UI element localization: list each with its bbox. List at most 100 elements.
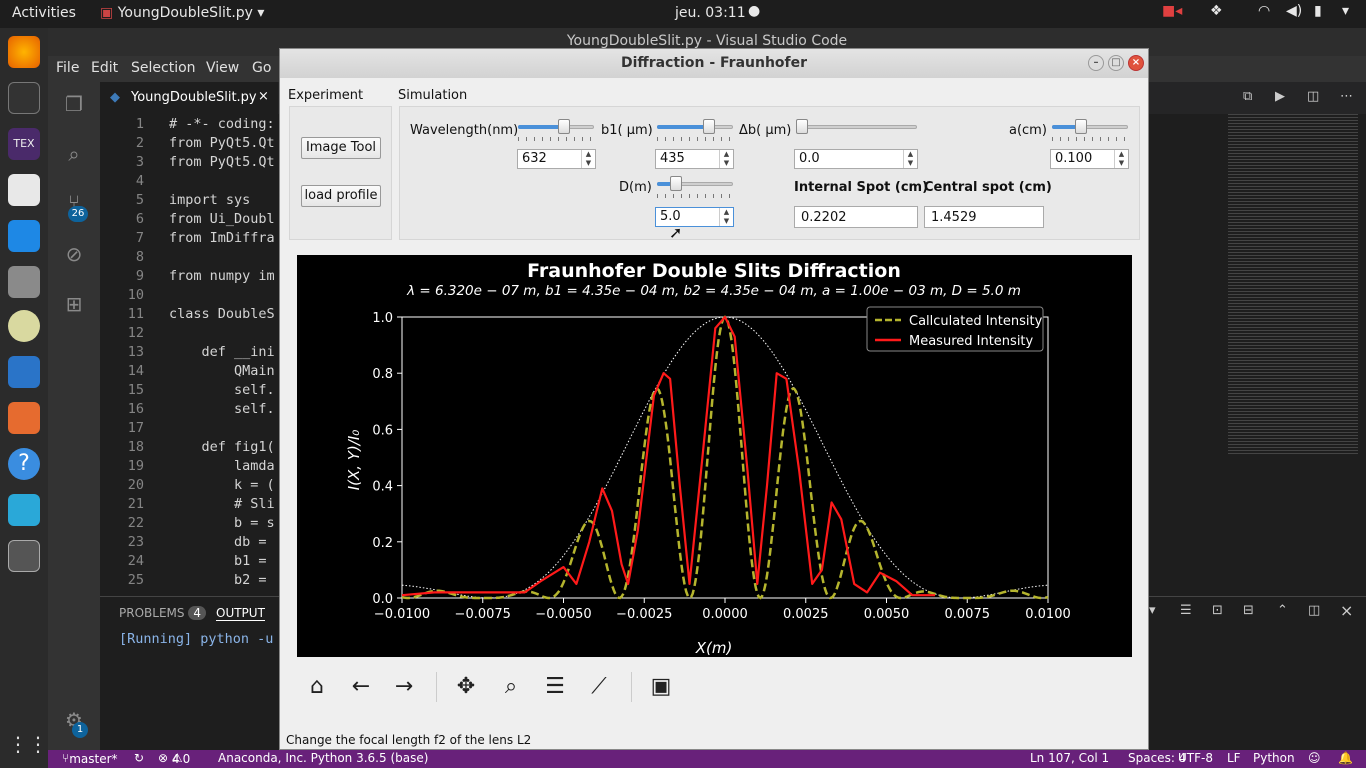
window-title-bar[interactable]: Diffraction - Fraunhofer – □ × xyxy=(280,49,1148,78)
tab-problems[interactable]: PROBLEMS 4 xyxy=(119,606,206,620)
code-line[interactable]: 7 from ImDiffra xyxy=(100,230,280,249)
load-profile-button[interactable]: load profile xyxy=(301,185,381,207)
problems-status[interactable]: ⊗ 4 ⚠ 0 xyxy=(158,751,190,766)
open-changes-icon[interactable]: ⧉ xyxy=(1243,89,1252,104)
menu-edit[interactable]: Edit xyxy=(91,60,118,76)
tab-youngdoubleslit[interactable]: ◆ YoungDoubleSlit.py × xyxy=(100,82,278,114)
delta-b-spinbox[interactable]: 0.0 ▲ ▼ xyxy=(794,149,918,169)
forward-arrow-icon[interactable]: → xyxy=(391,674,417,700)
wifi-icon[interactable]: ◠ xyxy=(1258,3,1270,19)
code-line[interactable]: 4 xyxy=(100,173,280,192)
code-line[interactable]: 8 xyxy=(100,249,280,268)
texmaker-icon[interactable]: TEX xyxy=(8,128,40,160)
search-icon[interactable]: ⌕ xyxy=(62,142,86,166)
encoding-status[interactable]: UTF-8 xyxy=(1178,751,1213,765)
a-slider[interactable] xyxy=(1052,119,1128,141)
zoom-icon[interactable]: ⌕ xyxy=(498,674,524,700)
code-line[interactable]: 12 xyxy=(100,325,280,344)
vscode-icon[interactable] xyxy=(8,220,40,252)
save-icon[interactable]: ▣ xyxy=(648,674,674,700)
spin-arrows-icon[interactable]: ▲ ▼ xyxy=(903,150,917,168)
dropbox-icon[interactable]: ❖ xyxy=(1210,3,1223,19)
show-apps-icon[interactable]: ⋮⋮ xyxy=(8,728,48,760)
spin-arrows-icon[interactable]: ▲ ▼ xyxy=(581,150,595,168)
close-panel-icon[interactable]: × xyxy=(1340,601,1353,620)
battery-icon[interactable]: ▮ xyxy=(1314,3,1322,19)
central-spot-field[interactable]: 1.4529 xyxy=(924,206,1044,228)
maximize-icon[interactable]: □ xyxy=(1108,55,1124,71)
extensions-icon[interactable]: ⊞ xyxy=(62,292,86,316)
firefox-icon[interactable] xyxy=(8,36,40,68)
code-line[interactable]: 13 def __ini xyxy=(100,344,280,363)
split-editor-icon[interactable]: ◫ xyxy=(1307,89,1319,104)
branch-status[interactable]: ⑂ master* xyxy=(62,751,118,766)
spin-arrows-icon[interactable]: ▲ ▼ xyxy=(719,208,733,226)
wavelength-spinbox[interactable]: 632 ▲ ▼ xyxy=(517,149,596,169)
python-app-icon[interactable] xyxy=(8,540,40,572)
minimize-icon[interactable]: – xyxy=(1088,55,1104,71)
eol-status[interactable]: LF xyxy=(1227,751,1241,765)
help-icon[interactable]: ? xyxy=(8,448,40,480)
activities-button[interactable]: Activities xyxy=(12,5,76,21)
interpreter-status[interactable]: Anaconda, Inc. Python 3.6.5 (base) xyxy=(218,751,428,765)
software-center-icon[interactable] xyxy=(8,402,40,434)
internal-spot-field[interactable]: 0.2202 xyxy=(794,206,918,228)
code-line[interactable]: 14 QMain xyxy=(100,363,280,382)
rhythmbox-icon[interactable] xyxy=(8,310,40,342)
a-spinbox[interactable]: 0.100 ▲ ▼ xyxy=(1050,149,1129,169)
image-tool-button[interactable]: Image Tool xyxy=(301,137,381,159)
code-line[interactable]: 20 k = ( xyxy=(100,477,280,496)
code-line[interactable]: 21 # Sli xyxy=(100,496,280,515)
system-menu-icon[interactable]: ▾ xyxy=(1342,3,1349,19)
feedback-icon[interactable]: ☺ xyxy=(1308,751,1321,765)
menu-selection[interactable]: Selection xyxy=(131,60,196,76)
code-line[interactable]: 2 from PyQt5.Qt xyxy=(100,135,280,154)
tab-output[interactable]: OUTPUT xyxy=(216,606,265,621)
spin-arrows-icon[interactable]: ▲ ▼ xyxy=(1114,150,1128,168)
code-line[interactable]: 5 import sys xyxy=(100,192,280,211)
code-line[interactable]: 1 # -*- coding: xyxy=(100,116,280,135)
menu-go[interactable]: Go xyxy=(252,60,271,76)
b1-slider[interactable] xyxy=(657,119,733,141)
code-line[interactable]: 9 from numpy im xyxy=(100,268,280,287)
code-line[interactable]: 23 db = xyxy=(100,534,280,553)
pan-icon[interactable]: ✥ xyxy=(453,674,479,700)
minimap[interactable] xyxy=(1228,114,1358,454)
d-slider[interactable] xyxy=(657,176,733,198)
volume-icon[interactable]: ◀) xyxy=(1286,3,1302,19)
explorer-icon[interactable]: ❐ xyxy=(62,92,86,116)
maximize-panel-icon[interactable]: ⌃ xyxy=(1277,603,1288,618)
close-window-icon[interactable]: × xyxy=(1128,55,1144,71)
b1-spinbox[interactable]: 435 ▲ ▼ xyxy=(655,149,734,169)
spin-arrows-icon[interactable]: ▲ ▼ xyxy=(719,150,733,168)
close-tab-icon[interactable]: × xyxy=(258,89,269,104)
code-line[interactable]: 22 b = s xyxy=(100,515,280,534)
language-status[interactable]: Python xyxy=(1253,751,1295,765)
record-icon[interactable]: ■◂ xyxy=(1162,3,1182,19)
clock[interactable]: jeu. 03:11 xyxy=(675,5,746,21)
lock-scroll-icon[interactable]: ⊡ xyxy=(1212,603,1223,618)
d-spinbox[interactable]: 5.0 ▲ ▼ xyxy=(655,207,734,227)
menu-view[interactable]: View xyxy=(206,60,239,76)
code-line[interactable]: 10 xyxy=(100,287,280,306)
settings-gear-app-icon[interactable] xyxy=(8,494,40,526)
run-icon[interactable]: ▶ xyxy=(1275,89,1285,104)
back-arrow-icon[interactable]: ← xyxy=(348,674,374,700)
writer-icon[interactable] xyxy=(8,356,40,388)
code-line[interactable]: 3 from PyQt5.Qt xyxy=(100,154,280,173)
menu-file[interactable]: File xyxy=(56,60,79,76)
delta-b-slider[interactable] xyxy=(796,119,917,141)
notifications-bell-icon[interactable]: 🔔 xyxy=(1338,751,1353,765)
terminal-icon[interactable] xyxy=(8,82,40,114)
open-log-icon[interactable]: ⊟ xyxy=(1243,603,1254,618)
code-line[interactable]: 15 self. xyxy=(100,382,280,401)
code-line[interactable]: 6 from Ui_Doubl xyxy=(100,211,280,230)
sync-icon[interactable]: ↻ xyxy=(134,751,144,765)
wavelength-slider[interactable] xyxy=(518,119,594,141)
toggle-panel-icon[interactable]: ◫ xyxy=(1308,603,1320,618)
output-dropdown-icon[interactable]: ▾ xyxy=(1149,603,1156,618)
edit-axis-icon[interactable]: ⟋ xyxy=(586,674,612,700)
cursor-position[interactable]: Ln 107, Col 1 xyxy=(1030,751,1109,765)
debug-icon[interactable]: ⊘ xyxy=(62,242,86,266)
code-line[interactable]: 25 b2 = xyxy=(100,572,280,591)
